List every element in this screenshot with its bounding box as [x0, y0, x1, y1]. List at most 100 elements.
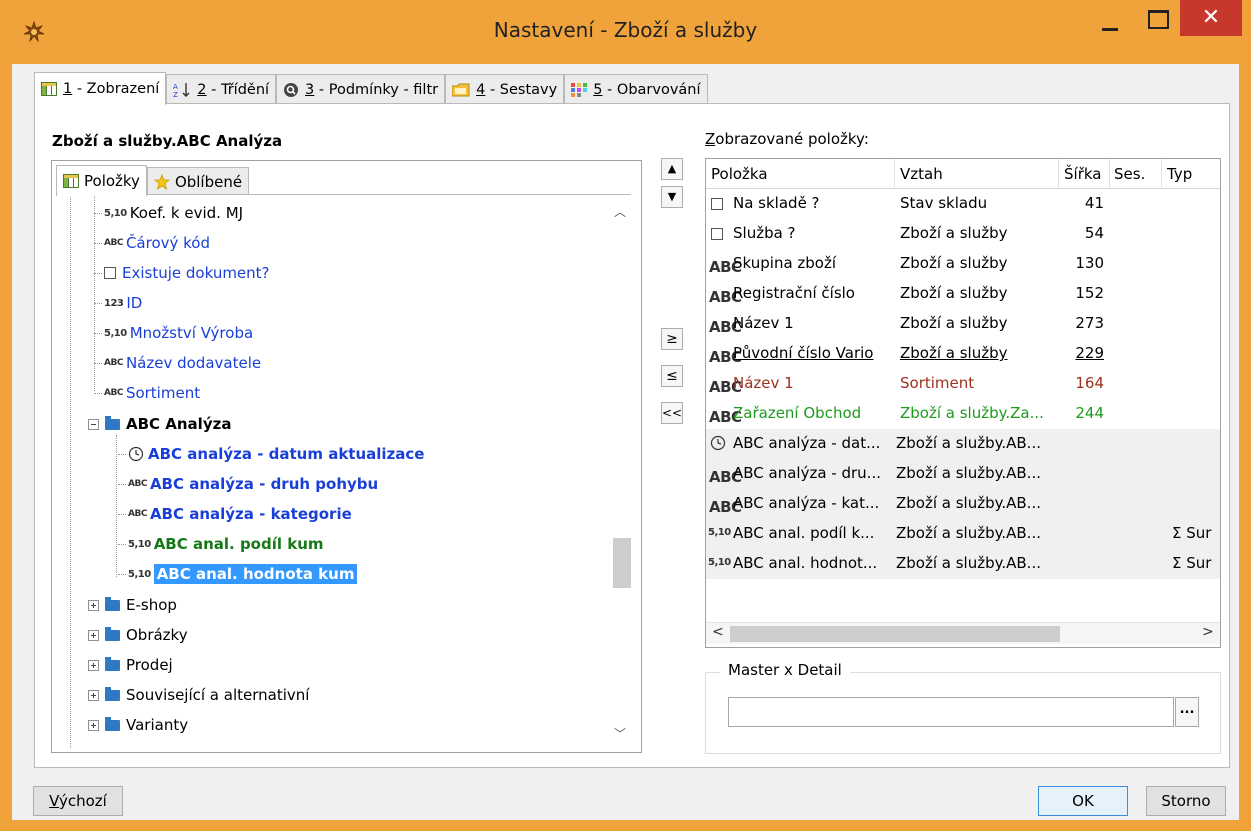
tab-sestavy[interactable]: 4 - Sestavy — [445, 74, 565, 104]
table-row[interactable]: ABC Název 1 Zboží a služby 273 — [706, 309, 1220, 339]
table-row[interactable]: ABC Původní číslo Vario Zboží a služby 2… — [706, 339, 1220, 369]
decimal-type-icon: 5,10 — [708, 557, 731, 568]
tree-item-label: ABC anal. hodnota kum — [153, 564, 358, 584]
tab-oblibene[interactable]: Oblíbené — [146, 167, 250, 195]
cell-item: ABC analýza - dat... — [733, 434, 881, 452]
column-divider[interactable] — [1058, 159, 1059, 189]
move-down-button[interactable]: ▼ — [661, 186, 683, 208]
column-header-polozka[interactable]: Položka — [711, 165, 768, 183]
tree-item-label: Čárový kód — [125, 234, 210, 252]
table-row[interactable]: ABC ABC analýza - kat... Zboží a služby.… — [706, 489, 1220, 519]
ok-button[interactable]: OK — [1038, 786, 1128, 816]
tree-folder-label: ABC Analýza — [126, 415, 232, 433]
move-up-button[interactable]: ▲ — [661, 158, 683, 180]
tree-folder-abc-analyza[interactable]: ABC Analýza — [88, 411, 231, 437]
scroll-thumb[interactable] — [730, 626, 1060, 642]
tab-sestavy-label: - Sestavy — [485, 81, 558, 98]
tab-obarvovani[interactable]: 5 - Obarvování — [564, 74, 708, 104]
scroll-right-icon[interactable]: > — [1202, 624, 1214, 640]
tree-folder-eshop[interactable]: E-shop — [88, 592, 177, 618]
source-tree-panel: Položky Oblíbené 5,10 Koef. k evid. MJ A… — [51, 160, 642, 753]
expand-icon[interactable] — [88, 659, 99, 671]
remove-all-button[interactable]: << — [661, 402, 683, 424]
tree-item[interactable]: 5,10 Množství Výroba — [94, 320, 253, 346]
tree-vertical-scrollbar[interactable]: ︿ ﹀ — [611, 195, 631, 749]
tree-item-label: Sortiment — [125, 384, 201, 402]
tree-branch — [94, 362, 102, 364]
tree-item[interactable]: ABC Čárový kód — [94, 230, 210, 256]
table-row[interactable]: ABC Zařazení Obchod Zboží a služby.Za...… — [706, 399, 1220, 429]
decimal-type-icon: 5,10 — [104, 207, 127, 219]
default-button-accel: V — [49, 792, 59, 810]
master-detail-input[interactable] — [728, 697, 1174, 727]
table-row[interactable]: ABC ABC analýza - dru... Zboží a služby.… — [706, 459, 1220, 489]
table-row[interactable]: ABC Skupina zboží Zboží a služby 130 — [706, 249, 1220, 279]
remove-field-button[interactable]: ≤ — [661, 365, 683, 387]
cancel-button[interactable]: Storno — [1146, 786, 1226, 816]
field-tree[interactable]: 5,10 Koef. k evid. MJ ABC Čárový kód Exi… — [56, 194, 631, 749]
tree-folder-souvisejici[interactable]: Související a alternativní — [88, 682, 309, 708]
column-header-sirka[interactable]: Šířka — [1064, 165, 1101, 183]
expand-icon[interactable] — [88, 719, 99, 731]
scroll-up-icon[interactable]: ︿ — [614, 203, 626, 220]
tree-item[interactable]: ABC Název dodavatele — [94, 350, 261, 376]
tree-item[interactable]: ABC Sortiment — [94, 380, 200, 406]
tree-item[interactable]: 123 ID — [94, 290, 142, 316]
master-detail-browse-button[interactable]: ... — [1175, 697, 1199, 727]
scroll-left-icon[interactable]: < — [712, 624, 724, 640]
minimize-button[interactable] — [1090, 2, 1134, 42]
tree-folder-varianty[interactable]: Varianty — [88, 712, 188, 738]
tree-item[interactable]: ABC analýza - datum aktualizace — [118, 441, 424, 467]
tab-podminky-filtr[interactable]: 3 - Podmínky - filtr — [276, 74, 446, 104]
tree-branch — [118, 543, 126, 545]
tree-item[interactable]: ABC ABC analýza - druh pohybu — [118, 471, 378, 497]
expand-icon[interactable] — [88, 599, 99, 611]
tab-oblibene-label: Oblíbené — [174, 172, 243, 191]
tab-trideni[interactable]: A Z 2 - Třídění — [166, 74, 277, 104]
collapse-icon[interactable] — [88, 418, 99, 430]
table-row[interactable]: 5,10 ABC anal. hodnot... Zboží a služby.… — [706, 549, 1220, 579]
decimal-type-icon: 5,10 — [708, 527, 731, 538]
tree-branch — [118, 453, 126, 455]
svg-text:Z: Z — [173, 91, 178, 98]
add-field-button[interactable]: ≥ — [661, 328, 683, 350]
column-divider[interactable] — [894, 159, 895, 189]
column-header-ses[interactable]: Ses. — [1114, 165, 1145, 183]
displayed-items-grid[interactable]: Položka Vztah Šířka Ses. Typ Na skladě ?… — [705, 158, 1221, 648]
column-divider[interactable] — [1109, 159, 1110, 189]
expand-icon[interactable] — [88, 629, 99, 641]
tree-folder-label: E-shop — [126, 596, 177, 614]
grid-horizontal-scrollbar[interactable]: < > — [706, 622, 1220, 644]
cell-width: 41 — [1084, 194, 1104, 212]
table-row[interactable]: ABC analýza - dat... Zboží a služby.AB..… — [706, 429, 1220, 459]
folder-icon — [105, 686, 120, 701]
tree-item-selected[interactable]: 5,10 ABC anal. hodnota kum — [118, 561, 358, 587]
tree-folder-prodej[interactable]: Prodej — [88, 652, 173, 678]
tree-item[interactable]: Existuje dokument? — [94, 260, 270, 286]
cell-relation: Zboží a služby — [900, 254, 1008, 272]
title-bar[interactable]: Nastavení - Zboží a služby ✕ — [0, 0, 1251, 64]
close-button[interactable]: ✕ — [1180, 0, 1242, 36]
table-row[interactable]: 5,10 ABC anal. podíl k... Zboží a služby… — [706, 519, 1220, 549]
tree-item-label: Koef. k evid. MJ — [129, 204, 244, 222]
table-row[interactable]: Služba ? Zboží a služby 54 — [706, 219, 1220, 249]
table-row[interactable]: ABC Registrační číslo Zboží a služby 152 — [706, 279, 1220, 309]
tree-item[interactable]: ABC ABC analýza - kategorie — [118, 501, 352, 527]
column-divider[interactable] — [1161, 159, 1162, 189]
table-row[interactable]: ABC Název 1 Sortiment 164 — [706, 369, 1220, 399]
table-row[interactable]: Na skladě ? Stav skladu 41 — [706, 189, 1220, 219]
tree-guide-line — [70, 195, 71, 749]
tab-zobrazeni[interactable]: 1 - Zobrazení — [34, 72, 167, 105]
column-header-typ[interactable]: Typ — [1167, 165, 1192, 183]
default-button[interactable]: Výchozí — [33, 786, 123, 816]
expand-icon[interactable] — [88, 689, 99, 701]
maximize-button[interactable] — [1136, 2, 1180, 42]
tree-item[interactable]: 5,10 Koef. k evid. MJ — [94, 200, 243, 226]
tab-polozky[interactable]: Položky — [56, 165, 147, 196]
scroll-down-icon[interactable]: ﹀ — [614, 725, 626, 742]
tab-podminky-num: 3 — [305, 81, 315, 98]
tree-folder-obrazky[interactable]: Obrázky — [88, 622, 188, 648]
column-header-vztah[interactable]: Vztah — [900, 165, 943, 183]
tree-item[interactable]: 5,10 ABC anal. podíl kum — [118, 531, 324, 557]
scroll-thumb[interactable] — [613, 538, 631, 588]
